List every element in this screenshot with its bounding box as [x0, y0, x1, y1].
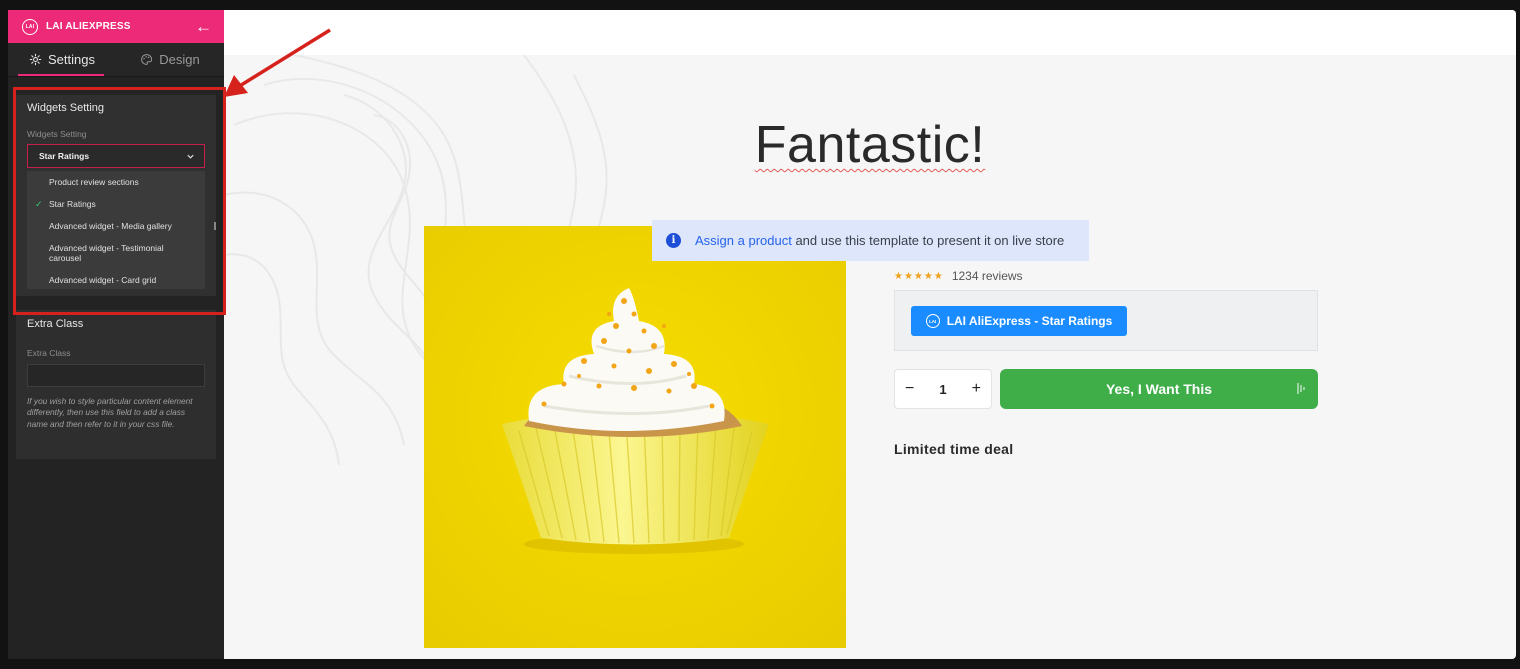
- sidebar-tabs: Settings Design: [8, 43, 224, 77]
- increase-button[interactable]: +: [972, 380, 981, 398]
- preview-canvas: Fantastic! i Assign a product and use th…: [224, 10, 1516, 659]
- quantity-value[interactable]: 1: [939, 382, 946, 397]
- field-label: Extra Class: [27, 348, 71, 358]
- gear-icon: [29, 53, 42, 66]
- extra-class-input[interactable]: [27, 364, 205, 387]
- tab-design-label: Design: [159, 52, 200, 67]
- cupcake-illustration: [424, 226, 846, 648]
- tab-settings[interactable]: Settings: [8, 43, 116, 76]
- annotation-arrow-icon: [224, 28, 331, 97]
- buy-button-label: Yes, I Want This: [1105, 381, 1213, 397]
- lai-logo-icon: LAI: [22, 18, 38, 35]
- notice-message: and use this template to present it on l…: [791, 233, 1065, 248]
- resize-handle-icon: [1297, 383, 1305, 394]
- lai-widget-label: LAI AliExpress - Star Ratings: [946, 314, 1113, 328]
- notice-text: Assign a product and use this template t…: [695, 233, 1064, 248]
- brand-name: LAI ALIEXPRESS: [46, 21, 131, 32]
- top-bar: [224, 10, 1516, 55]
- lai-logo-icon: LAI: [925, 314, 940, 328]
- assign-product-link[interactable]: Assign a product: [695, 233, 792, 248]
- back-arrow-icon[interactable]: ←: [195, 18, 212, 35]
- app-frame: LAI LAI ALIEXPRESS ← Settings Design Wid…: [0, 0, 1520, 669]
- palette-icon: [141, 54, 153, 65]
- decrease-button[interactable]: −: [905, 380, 914, 398]
- help-text: If you wish to style particular content …: [27, 396, 193, 429]
- quantity-stepper: − 1 +: [894, 369, 992, 409]
- brand: LAI LAI ALIEXPRESS: [22, 18, 131, 35]
- buy-button[interactable]: Yes, I Want This: [1000, 369, 1318, 409]
- widget-placeholder: LAI LAI AliExpress - Star Ratings: [894, 290, 1318, 351]
- rating-summary: ★★★★★ 1234 reviews: [894, 269, 1023, 283]
- product-image: [424, 226, 846, 648]
- highlight-box: [13, 87, 226, 315]
- info-icon: i: [666, 233, 681, 248]
- page-title: Fantastic!: [224, 115, 1516, 175]
- deal-label: Limited time deal: [894, 441, 1014, 457]
- tab-settings-label: Settings: [48, 52, 95, 67]
- star-rating-icon: ★★★★★: [894, 270, 944, 282]
- page-title-text: Fantastic!: [754, 116, 986, 174]
- assign-product-notice: i Assign a product and use this template…: [652, 220, 1089, 261]
- lai-widget-button[interactable]: LAI LAI AliExpress - Star Ratings: [911, 306, 1127, 336]
- review-count: 1234 reviews: [951, 269, 1023, 283]
- tab-design[interactable]: Design: [116, 43, 224, 76]
- extra-class-panel: Extra Class Extra Class If you wish to s…: [16, 310, 216, 459]
- brand-bar: LAI LAI ALIEXPRESS ←: [8, 10, 224, 43]
